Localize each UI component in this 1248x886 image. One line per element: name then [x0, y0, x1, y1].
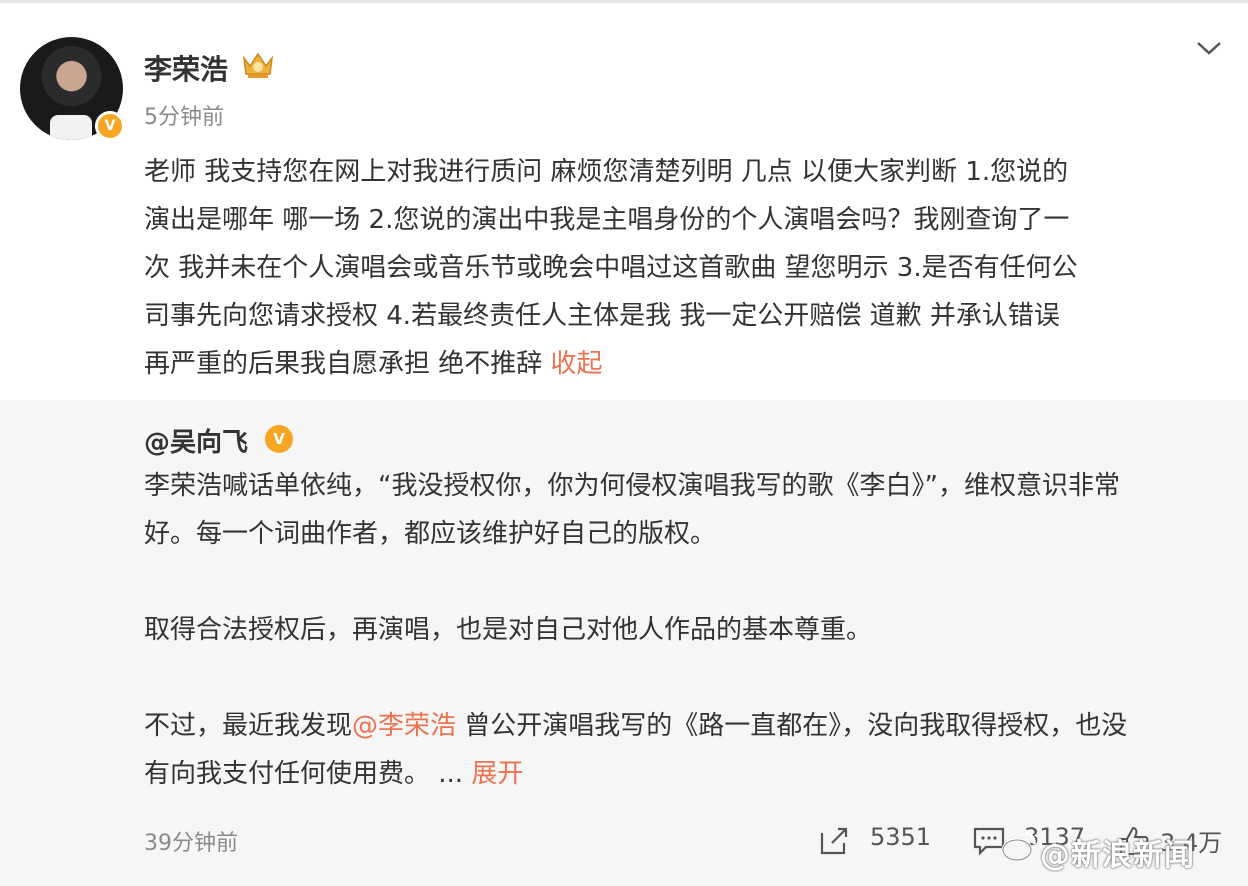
repost-time: 39分钟前: [144, 831, 238, 856]
weibo-logo-icon: [1001, 832, 1036, 862]
mention-link[interactable]: @李荣浩: [352, 711, 456, 741]
repost-paragraph-3: 不过，最近我发现@李荣浩 曾公开演唱我写的《路一直都在》，没向我取得授权，也没 …: [144, 711, 1128, 789]
repost-author[interactable]: @吴向飞: [144, 422, 248, 459]
author-name[interactable]: 李荣浩: [144, 48, 228, 88]
repost-paragraph-1: 李荣浩喊话单依纯，“我没授权你，你为何侵权演唱我写的歌《李白》”，维权意识非常 …: [144, 471, 1120, 549]
crown-badge-icon[interactable]: [240, 48, 276, 80]
chevron-down-icon[interactable]: [1196, 38, 1222, 58]
collapse-link[interactable]: 收起: [551, 349, 603, 379]
verified-badge-icon: V: [95, 111, 125, 141]
repost-icon[interactable]: [818, 825, 852, 857]
post-body: 老师 我支持您在网上对我进行质问 麻烦您清楚列明 几点 以便大家判断 1.您说的…: [144, 148, 1224, 388]
expand-link[interactable]: 展开: [471, 759, 523, 789]
post-time: 5分钟前: [144, 105, 224, 130]
post-line: 老师 我支持您在网上对我进行质问 麻烦您清楚列明 几点 以便大家判断 1.您说的: [144, 157, 1069, 187]
post-line: 次 我并未在个人演唱会或音乐节或晚会中唱过这首歌曲 望您明示 3.是否有任何公: [144, 253, 1078, 283]
top-divider: [0, 0, 1248, 3]
watermark: @新浪新闻: [1040, 838, 1195, 873]
verified-badge-icon: V: [265, 425, 293, 453]
post-line: 演出是哪年 哪一场 2.您说的演出中我是主唱身份的个人演唱会吗？我刚查询了一: [144, 205, 1070, 235]
repost-count[interactable]: 5351: [870, 823, 931, 851]
repost-paragraph-2: 取得合法授权后，再演唱，也是对自己对他人作品的基本尊重。: [144, 615, 873, 645]
post-line: 司事先向您请求授权 4.若最终责任人主体是我 我一定公开赔偿 道歉 并承认错误: [144, 301, 1060, 331]
post-line: 再严重的后果我自愿承担 绝不推辞 收起: [144, 349, 603, 379]
